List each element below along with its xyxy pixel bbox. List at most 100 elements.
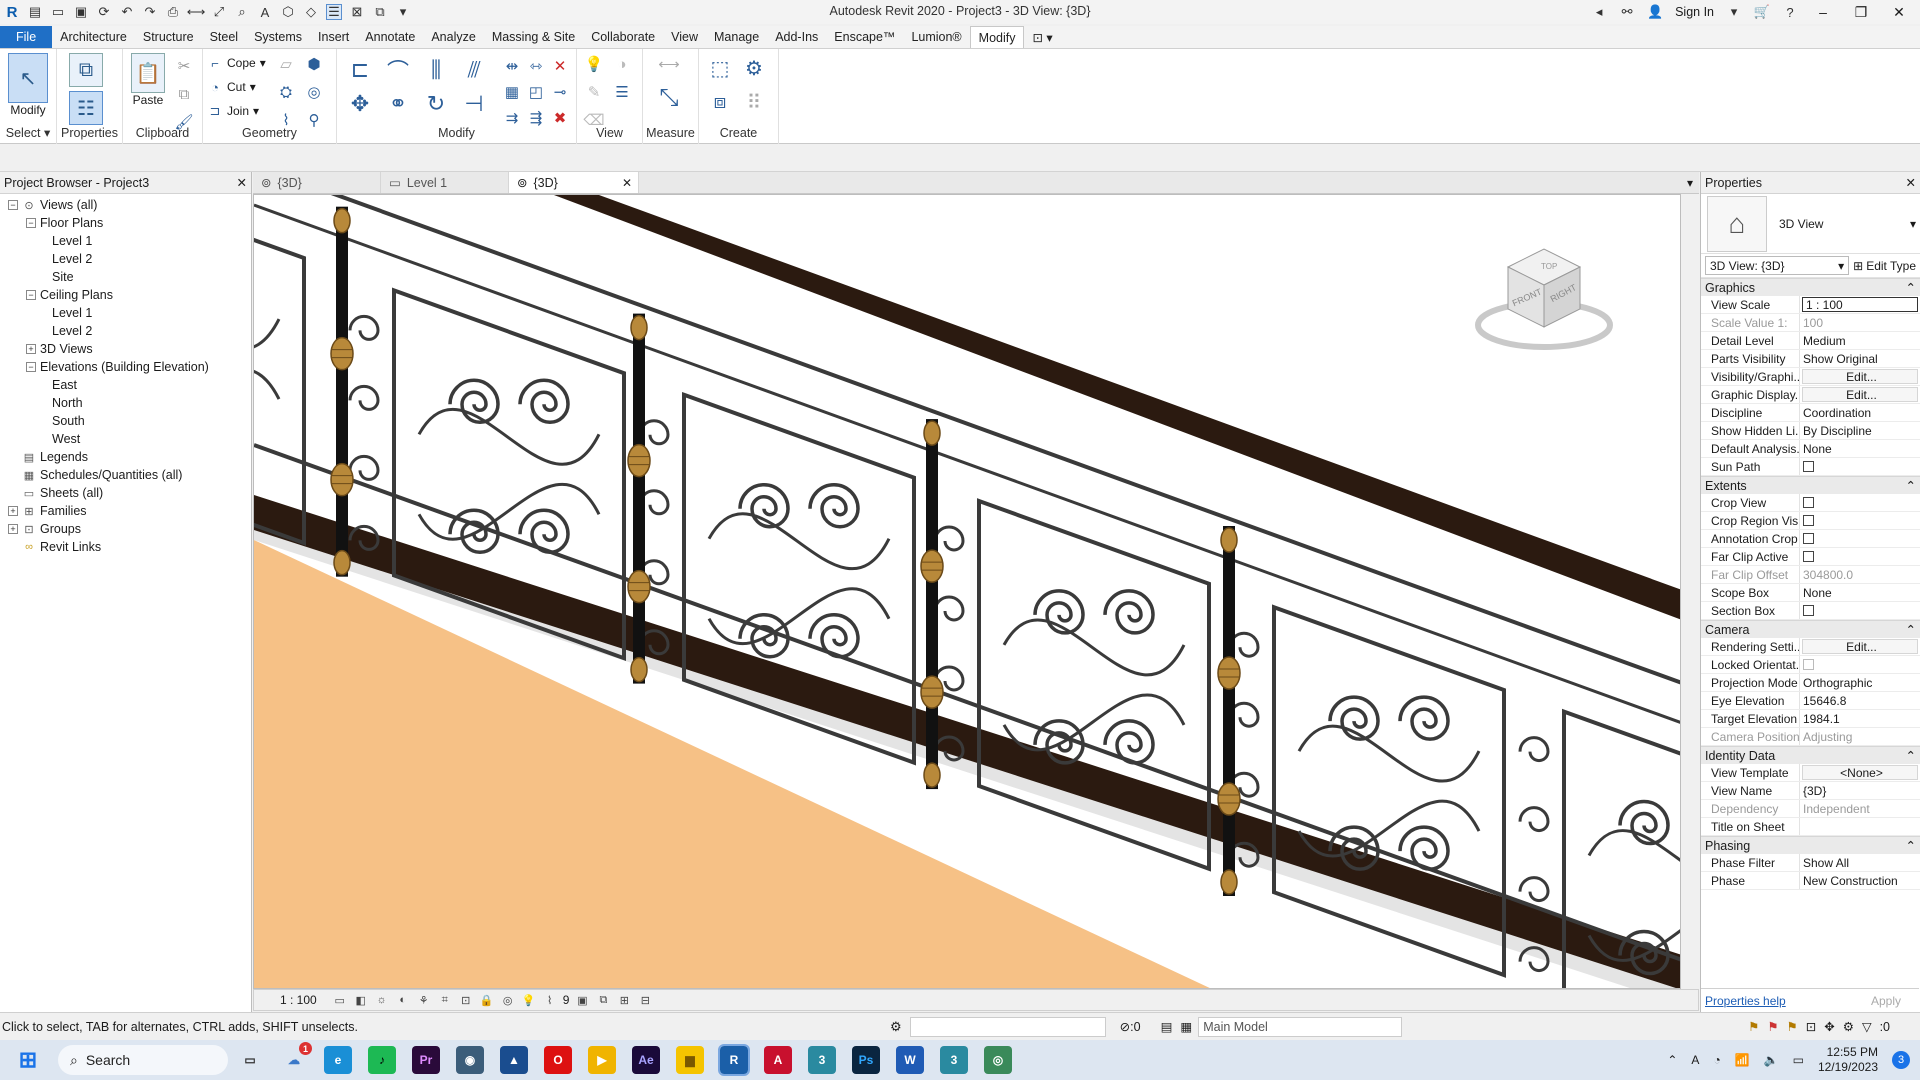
arrow-left-icon[interactable]: ◂ (1591, 4, 1607, 20)
railing-3d-view[interactable]: TOP FRONT RIGHT (254, 195, 1681, 989)
minimize-button[interactable]: – (1810, 4, 1836, 20)
browser-item[interactable]: − Floor Plans (0, 214, 251, 232)
apply-button[interactable]: Apply (1857, 992, 1915, 1010)
property-checkbox[interactable] (1803, 533, 1814, 544)
ime-icon[interactable]: A (1691, 1053, 1699, 1067)
print-icon[interactable]: ⎙ (165, 4, 181, 20)
redo-icon[interactable]: ↷ (142, 4, 158, 20)
help-icon[interactable]: ? (1782, 4, 1798, 20)
cart-icon[interactable]: 🛒 (1754, 4, 1770, 20)
battery-icon[interactable]: ▭ (1793, 1053, 1804, 1067)
copy-element-icon[interactable]: ⚭ (383, 89, 413, 119)
view-tab[interactable]: ⊚ {3D} ✕ (509, 172, 639, 193)
default-3d-icon[interactable]: ⬡ (280, 4, 296, 20)
crop-view-icon[interactable]: ⌗ (437, 993, 453, 1007)
lock-view-icon[interactable]: 🔒 (479, 993, 495, 1007)
property-group-header[interactable]: Identity Data ⌃ (1701, 746, 1920, 764)
collapse-icon[interactable]: − (8, 200, 18, 210)
lumion-icon[interactable]: ◉ (456, 1046, 484, 1074)
contextual-tab-dropdown-icon[interactable]: ⊡ ▾ (1024, 26, 1060, 48)
property-value[interactable]: Edit... (1802, 639, 1918, 654)
ribbon-tab-architecture[interactable]: Architecture (52, 26, 135, 48)
3dsmax-2-icon[interactable]: 3 (940, 1046, 968, 1074)
browser-item[interactable]: ▤ Legends (0, 448, 251, 466)
thin-lines-icon[interactable]: ☰ (326, 4, 342, 20)
browser-item[interactable]: West (0, 430, 251, 448)
browser-item[interactable]: +3D Views (0, 340, 251, 358)
cut-clip-icon[interactable]: ✂ (173, 55, 195, 77)
dimension-icon[interactable]: ⤢ (211, 4, 227, 20)
select-pinned-icon[interactable]: ⚑ (1787, 1019, 1798, 1034)
unpin-icon[interactable]: ✕ (549, 55, 571, 77)
browser-item[interactable]: − Elevations (Building Elevation) (0, 358, 251, 376)
measure-between-icon[interactable]: ⟷ (649, 53, 689, 75)
property-value[interactable]: Medium (1800, 332, 1920, 349)
copy-icon[interactable]: ⧉ (173, 83, 195, 105)
browser-item[interactable]: Site (0, 268, 251, 286)
workset-dropdown[interactable] (909, 1016, 1106, 1037)
reveal-hidden-icon[interactable]: 💡 (521, 993, 537, 1007)
hide-icon[interactable]: 💡 (583, 53, 605, 75)
close-icon[interactable]: ✕ (1906, 175, 1916, 190)
array-icon[interactable]: ▦ (501, 81, 523, 103)
property-checkbox[interactable] (1803, 551, 1814, 562)
browser-item[interactable]: South (0, 412, 251, 430)
move-icon[interactable]: ✥ (345, 89, 375, 119)
maximize-button[interactable]: ❐ (1848, 4, 1874, 21)
collapse-icon[interactable]: − (26, 362, 36, 372)
property-checkbox[interactable] (1803, 515, 1814, 526)
property-value[interactable]: Show All (1800, 854, 1920, 871)
property-value[interactable]: Edit... (1802, 369, 1918, 384)
tag-icon[interactable]: ⌕ (234, 4, 250, 20)
trim-icon[interactable]: ⊣ (459, 89, 489, 119)
ribbon-tab-view[interactable]: View (663, 26, 706, 48)
reveal-constraints-icon[interactable]: ⊞ (616, 993, 632, 1007)
ribbon-tab-annotate[interactable]: Annotate (357, 26, 423, 48)
collapse-icon[interactable]: ⌃ (1906, 622, 1916, 637)
3dsmax-icon[interactable]: 3 (808, 1046, 836, 1074)
ribbon-tab-manage[interactable]: Manage (706, 26, 767, 48)
browser-item[interactable]: + ⊞ Families (0, 502, 251, 520)
view-tab[interactable]: ▭ Level 1 (381, 172, 509, 193)
select-panel-label[interactable]: Select ▾ (0, 125, 56, 140)
instance-filter-dropdown[interactable]: 3D View: {3D} ▾ (1705, 256, 1850, 275)
sign-in-link[interactable]: Sign In (1675, 5, 1714, 19)
offset-icon[interactable]: ⌒ (383, 55, 413, 85)
edge-icon[interactable]: e (324, 1046, 352, 1074)
ribbon-tab-collaborate[interactable]: Collaborate (583, 26, 663, 48)
browser-item[interactable]: Level 1 (0, 304, 251, 322)
focus-icon[interactable]: ◔ (1713, 1053, 1720, 1067)
collapse-icon[interactable]: − (26, 218, 36, 228)
mirror-draw-icon[interactable]: ⫻ (459, 55, 489, 85)
ribbon-tab-steel[interactable]: Steel (202, 26, 247, 48)
chevron-down-icon[interactable]: ▾ (1910, 217, 1916, 231)
property-group-header[interactable]: Extents ⌃ (1701, 476, 1920, 494)
type-properties-button[interactable]: ⧉ (69, 53, 103, 87)
edit-type-button[interactable]: ⊞ Edit Type (1853, 259, 1916, 273)
media-icon[interactable]: ▶ (588, 1046, 616, 1074)
ribbon-tab-insert[interactable]: Insert (310, 26, 357, 48)
collapse-icon[interactable]: ⌃ (1906, 478, 1916, 493)
split-gap-icon[interactable]: ⇿ (525, 55, 547, 77)
user-icon[interactable]: 👤 (1647, 4, 1663, 20)
brush-icon[interactable]: ✎ (583, 81, 605, 103)
browser-item[interactable]: ∞ Revit Links (0, 538, 251, 556)
browser-item[interactable]: − ⊙ Views (all) (0, 196, 251, 214)
mirror-axis-icon[interactable]: ⫼ (421, 55, 451, 85)
weather-icon[interactable]: ☁ 1 (280, 1042, 312, 1074)
ribbon-tab-enscape[interactable]: Enscape™ (826, 26, 903, 48)
linework-view-icon[interactable]: ☰ (611, 81, 633, 103)
split-face-icon[interactable]: ⬢ (303, 53, 325, 75)
property-group-header[interactable]: Phasing ⌃ (1701, 836, 1920, 854)
property-value[interactable]: <None> (1802, 765, 1918, 780)
save-icon[interactable]: ▣ (73, 4, 89, 20)
spotify-icon[interactable]: ♪ (368, 1046, 396, 1074)
browser-item[interactable]: ▭ Sheets (all) (0, 484, 251, 502)
align-icon[interactable]: ⊏ (345, 55, 375, 85)
design-options-icon[interactable]: ▤ (1161, 1019, 1173, 1034)
ribbon-tab-analyze[interactable]: Analyze (423, 26, 483, 48)
property-value[interactable]: New Construction (1800, 872, 1920, 889)
pin-icon[interactable]: ⊸ (549, 81, 571, 103)
property-value[interactable]: By Discipline (1800, 422, 1920, 439)
viewcube[interactable]: TOP FRONT RIGHT (1475, 248, 1613, 350)
